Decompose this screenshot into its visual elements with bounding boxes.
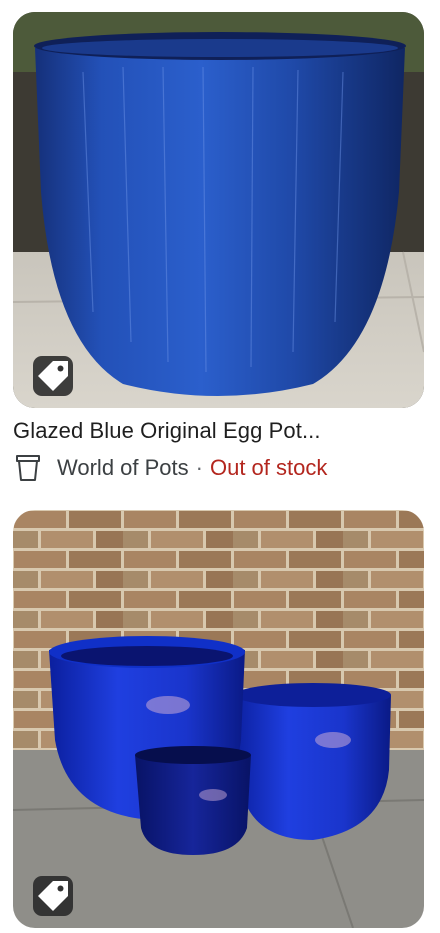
egg-pot-photo (13, 12, 424, 408)
separator-dot: · (195, 455, 203, 480)
tag-icon (38, 881, 68, 911)
merchant-name[interactable]: World of Pots (57, 455, 189, 481)
tag-badge[interactable] (33, 876, 73, 916)
stock-status: Out of stock (209, 455, 328, 480)
product-image-1[interactable] (13, 12, 424, 408)
source-row: World of Pots · Out of stock (13, 452, 327, 484)
tag-badge[interactable] (33, 356, 73, 396)
product-title[interactable]: Glazed Blue Original Egg Pot... (13, 418, 423, 444)
tag-icon (38, 361, 68, 391)
blue-pots-photo (13, 510, 424, 928)
product-image-2[interactable] (13, 510, 424, 928)
pot-store-icon (16, 455, 40, 481)
